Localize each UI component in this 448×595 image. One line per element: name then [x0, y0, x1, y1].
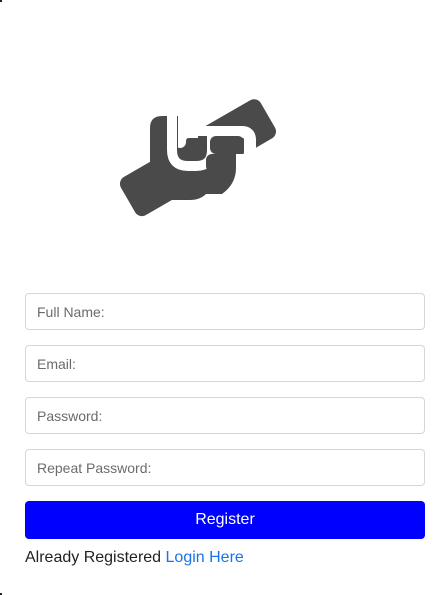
- logo: [110, 84, 280, 220]
- handshake-icon: [119, 99, 277, 217]
- register-button[interactable]: Register: [25, 501, 425, 539]
- login-link[interactable]: Login Here: [166, 549, 244, 566]
- already-registered-text: Already Registered: [25, 549, 166, 566]
- corner-mark-top-left: [0, 0, 2, 2]
- login-prompt: Already Registered Login Here: [25, 548, 425, 568]
- repeat-password-field[interactable]: [25, 449, 425, 486]
- register-form: Register Already Registered Login Here: [25, 293, 425, 568]
- password-field[interactable]: [25, 397, 425, 434]
- email-field[interactable]: [25, 345, 425, 382]
- full-name-field[interactable]: [25, 293, 425, 330]
